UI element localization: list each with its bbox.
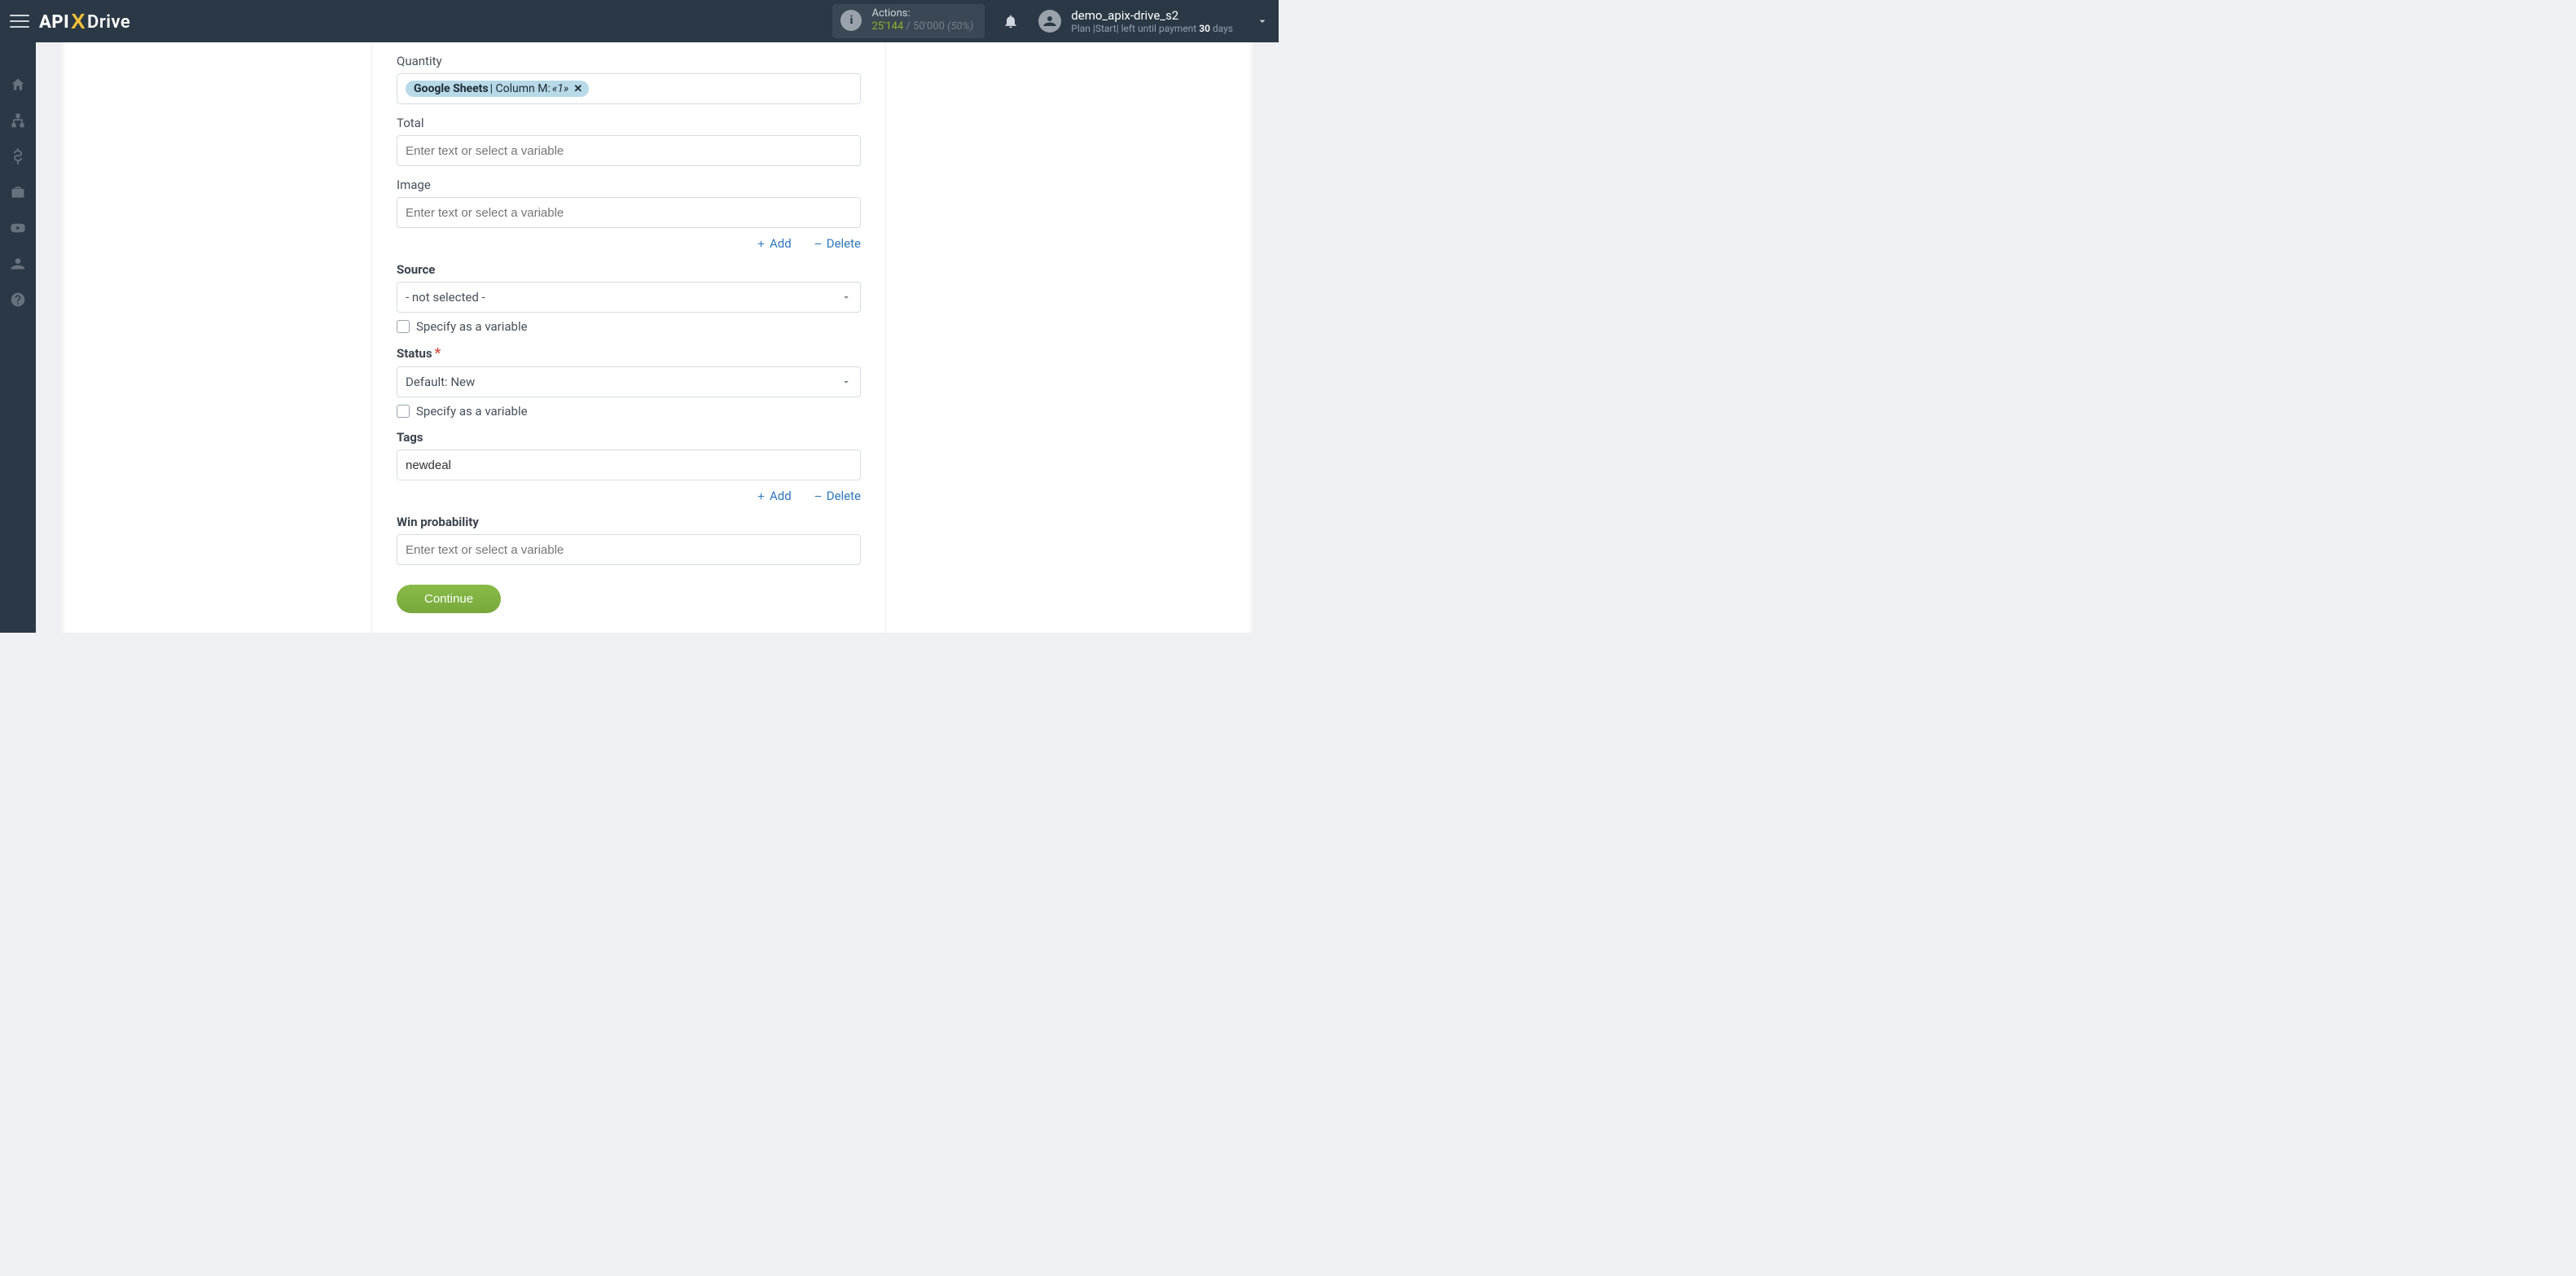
outer-card: Quantity Google Sheets | Column M: «1» ✕… bbox=[62, 42, 1253, 633]
page: Quantity Google Sheets | Column M: «1» ✕… bbox=[36, 42, 1279, 633]
select-status[interactable]: Default: New bbox=[397, 366, 861, 397]
label-status: Status* bbox=[397, 345, 861, 362]
label-win-probability: Win probability bbox=[397, 515, 861, 529]
input-image-field[interactable] bbox=[406, 206, 852, 220]
home-icon bbox=[10, 77, 26, 93]
row-actions-items: Add Delete bbox=[397, 236, 861, 251]
notifications-icon[interactable] bbox=[1003, 13, 1019, 29]
user-name: demo_apix-drive_s2 bbox=[1071, 8, 1233, 23]
logo-text-x: X bbox=[71, 9, 86, 34]
add-tag-button[interactable]: Add bbox=[756, 489, 792, 503]
required-mark: * bbox=[435, 345, 441, 362]
form-panel: Quantity Google Sheets | Column M: «1» ✕… bbox=[371, 42, 886, 633]
youtube-icon bbox=[10, 220, 26, 236]
chip-column: | Column M: bbox=[490, 82, 551, 95]
nav-profile[interactable] bbox=[0, 246, 36, 282]
select-source-value: - not selected - bbox=[406, 290, 485, 305]
topbar: API X Drive i Actions: 25'144 / 50'000 (… bbox=[0, 0, 1279, 42]
plan-info: Plan |Start| left until payment 30 days bbox=[1071, 23, 1233, 34]
chevron-down-icon bbox=[840, 292, 852, 303]
label-tags: Tags bbox=[397, 430, 861, 445]
help-icon bbox=[10, 292, 26, 308]
avatar[interactable] bbox=[1038, 10, 1061, 33]
plus-icon bbox=[756, 491, 766, 502]
nav-home[interactable] bbox=[0, 67, 36, 103]
input-total-field[interactable] bbox=[406, 144, 852, 158]
sidebar bbox=[0, 42, 36, 633]
status-specify-variable[interactable]: Specify as a variable bbox=[397, 404, 861, 419]
add-item-button[interactable]: Add bbox=[756, 236, 792, 251]
select-source[interactable]: - not selected - bbox=[397, 282, 861, 313]
input-win-probability[interactable] bbox=[397, 534, 861, 565]
user-icon bbox=[10, 256, 26, 272]
nav-billing[interactable] bbox=[0, 138, 36, 174]
continue-button[interactable]: Continue bbox=[397, 585, 501, 613]
chip-source: Google Sheets bbox=[414, 82, 489, 95]
delete-item-button[interactable]: Delete bbox=[813, 236, 861, 251]
nav-tutorials[interactable] bbox=[0, 210, 36, 246]
chevron-down-icon[interactable] bbox=[1256, 15, 1269, 28]
input-image[interactable] bbox=[397, 197, 861, 228]
nav-help[interactable] bbox=[0, 282, 36, 318]
delete-tag-button[interactable]: Delete bbox=[813, 489, 861, 503]
label-source: Source bbox=[397, 262, 861, 277]
checkbox-icon[interactable] bbox=[397, 405, 410, 418]
input-win-probability-field[interactable] bbox=[406, 543, 852, 557]
sitemap-icon bbox=[10, 112, 26, 129]
source-specify-label: Specify as a variable bbox=[416, 319, 528, 334]
logo[interactable]: API X Drive bbox=[39, 8, 130, 35]
chip-value: «1» bbox=[552, 82, 569, 95]
label-quantity: Quantity bbox=[397, 54, 861, 68]
user-block[interactable]: demo_apix-drive_s2 Plan |Start| left unt… bbox=[1071, 8, 1233, 34]
actions-label: Actions: bbox=[871, 7, 973, 20]
plus-icon bbox=[756, 239, 766, 249]
row-actions-tags: Add Delete bbox=[397, 489, 861, 503]
status-specify-label: Specify as a variable bbox=[416, 404, 528, 419]
dollar-icon bbox=[10, 148, 26, 164]
input-tags[interactable] bbox=[397, 449, 861, 480]
select-status-value: Default: New bbox=[406, 375, 475, 389]
actions-counter[interactable]: i Actions: 25'144 / 50'000 (50%) bbox=[832, 4, 985, 39]
checkbox-icon[interactable] bbox=[397, 320, 410, 333]
chip-remove-icon[interactable]: ✕ bbox=[573, 83, 582, 95]
source-specify-variable[interactable]: Specify as a variable bbox=[397, 319, 861, 334]
input-tags-field[interactable] bbox=[406, 458, 852, 472]
minus-icon bbox=[813, 239, 823, 249]
minus-icon bbox=[813, 491, 823, 502]
menu-toggle[interactable] bbox=[10, 11, 29, 31]
actions-values: 25'144 / 50'000 (50%) bbox=[871, 20, 973, 33]
info-icon: i bbox=[840, 10, 862, 31]
nav-marketplace[interactable] bbox=[0, 174, 36, 210]
variable-chip-quantity[interactable]: Google Sheets | Column M: «1» ✕ bbox=[406, 81, 589, 97]
label-image: Image bbox=[397, 178, 861, 192]
input-total[interactable] bbox=[397, 135, 861, 166]
chevron-down-icon bbox=[840, 376, 852, 388]
input-quantity[interactable]: Google Sheets | Column M: «1» ✕ bbox=[397, 73, 861, 104]
logo-text-drive: Drive bbox=[87, 12, 130, 33]
logo-text-api: API bbox=[39, 12, 69, 33]
nav-connections[interactable] bbox=[0, 103, 36, 138]
label-total: Total bbox=[397, 116, 861, 130]
briefcase-icon bbox=[10, 184, 26, 200]
